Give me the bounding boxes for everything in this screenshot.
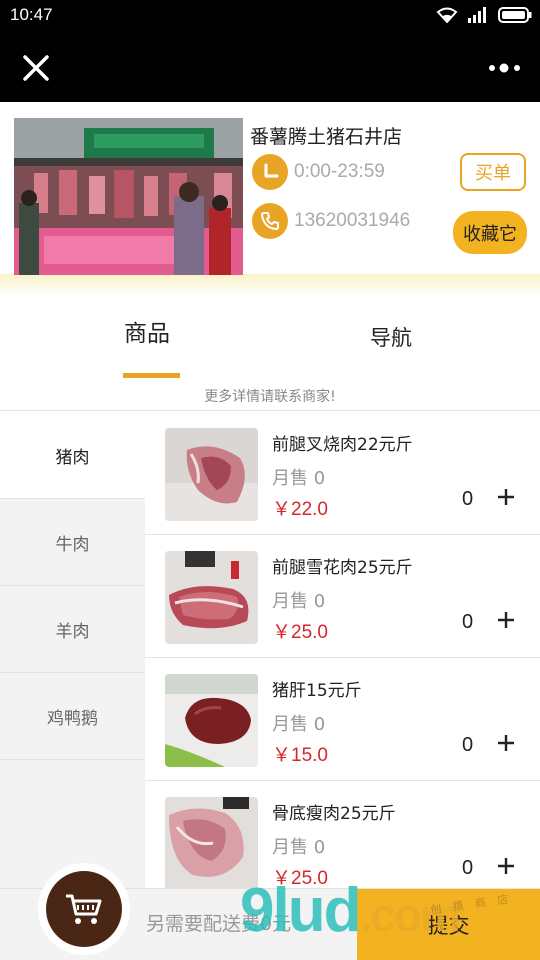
product-name: 前腿叉烧肉22元斤 — [272, 435, 413, 455]
product-monthly-sales: 月售 0 — [272, 714, 326, 735]
product-quantity: 0 — [462, 488, 474, 510]
cart-icon — [46, 871, 122, 947]
store-hours-row: 0:00-23:59 — [252, 154, 385, 190]
product-name: 骨底瘦肉25元斤 — [272, 804, 396, 824]
product-item[interactable]: 前腿叉烧肉22元斤 月售 0 ￥22.0 0 — [145, 412, 540, 535]
store-phone: 13620031946 — [294, 210, 411, 231]
store-photo — [14, 118, 243, 275]
product-quantity: 0 — [462, 611, 474, 633]
add-icon[interactable] — [495, 855, 517, 877]
phone-icon — [252, 203, 288, 239]
status-bar: 10:47 — [0, 0, 540, 32]
add-icon[interactable] — [495, 609, 517, 631]
store-header: 番薯腾土猪石井店 0:00-23:59 13620031946 买单 收藏它 — [0, 102, 540, 296]
store-name: 番薯腾土猪石井店 — [250, 126, 403, 148]
product-image — [165, 551, 258, 644]
tab-goods[interactable]: 商品 — [124, 314, 170, 348]
product-item[interactable]: 猪肝15元斤 月售 0 ￥15.0 0 — [145, 658, 540, 781]
product-quantity: 0 — [462, 734, 474, 756]
store-hours: 0:00-23:59 — [294, 161, 385, 182]
tab-navigation[interactable]: 导航 — [370, 322, 412, 352]
product-image — [165, 674, 258, 767]
product-list: 前腿叉烧肉22元斤 月售 0 ￥22.0 0 前腿雪花肉25元斤 月售 0 ￥2… — [145, 412, 540, 888]
product-price: ￥25.0 — [272, 622, 328, 643]
close-icon[interactable] — [20, 52, 52, 84]
more-icon[interactable] — [488, 60, 522, 74]
product-monthly-sales: 月售 0 — [272, 837, 326, 858]
product-image — [165, 428, 258, 521]
divider — [0, 410, 540, 411]
product-price: ￥22.0 — [272, 499, 328, 520]
delivery-fee-text: 另需要配送费0元 — [146, 913, 292, 935]
product-quantity: 0 — [462, 857, 474, 879]
favorite-button[interactable]: 收藏它 — [453, 211, 527, 254]
product-price: ￥15.0 — [272, 745, 328, 766]
header-divider — [0, 274, 540, 296]
product-name: 猪肝15元斤 — [272, 681, 362, 701]
cart-button[interactable] — [38, 863, 130, 955]
buy-button[interactable]: 买单 — [460, 153, 526, 191]
product-item[interactable]: 前腿雪花肉25元斤 月售 0 ￥25.0 0 — [145, 535, 540, 658]
category-sidebar: 猪肉 牛肉 羊肉 鸡鸭鹅 — [0, 412, 145, 888]
product-monthly-sales: 月售 0 — [272, 591, 326, 612]
product-name: 前腿雪花肉25元斤 — [272, 558, 413, 578]
tab-bar: 商品 导航 — [0, 294, 540, 382]
add-icon[interactable] — [495, 486, 517, 508]
clock-icon — [252, 154, 288, 190]
wifi-icon — [436, 7, 458, 27]
category-beef[interactable]: 牛肉 — [0, 499, 145, 586]
title-bar — [0, 32, 540, 102]
add-icon[interactable] — [495, 732, 517, 754]
category-pork[interactable]: 猪肉 — [0, 412, 145, 499]
signal-icon — [468, 7, 488, 27]
product-image — [165, 797, 258, 888]
product-price: ￥25.0 — [272, 868, 328, 888]
battery-icon — [498, 7, 532, 27]
product-item[interactable]: 骨底瘦肉25元斤 月售 0 ￥25.0 0 — [145, 781, 540, 888]
active-tab-indicator — [123, 373, 180, 378]
status-time: 10:47 — [10, 5, 53, 24]
category-poultry[interactable]: 鸡鸭鹅 — [0, 673, 145, 760]
store-phone-row[interactable]: 13620031946 — [252, 203, 410, 239]
category-mutton[interactable]: 羊肉 — [0, 586, 145, 673]
contact-hint: 更多详情请联系商家! — [204, 389, 336, 405]
product-monthly-sales: 月售 0 — [272, 468, 326, 489]
